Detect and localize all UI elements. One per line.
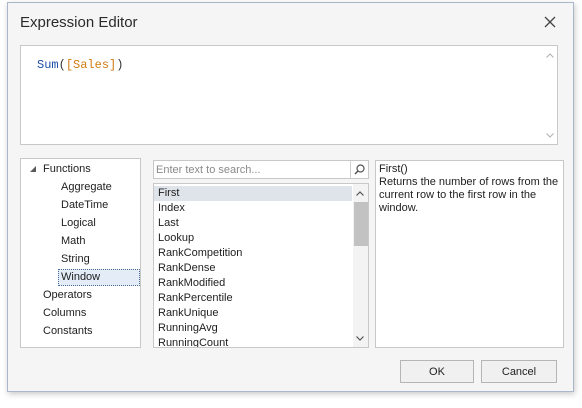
tree-item-string[interactable]: String: [61, 251, 90, 268]
chevron-up-icon: [546, 52, 554, 58]
tree-item-label: Columns: [43, 307, 87, 319]
dialog-title: Expression Editor: [20, 14, 138, 31]
chevron-up-icon: [356, 190, 364, 196]
functions-list: First Index Last Lookup RankCompetition …: [153, 183, 369, 348]
search-input[interactable]: [156, 162, 351, 177]
tree-item-datetime[interactable]: DateTime: [61, 197, 108, 214]
tree-item-operators[interactable]: Operators: [43, 287, 92, 304]
category-tree: Functions Aggregate DateTime Logical Mat…: [20, 158, 141, 348]
list-item-first[interactable]: First: [154, 186, 352, 201]
search-icon: [354, 164, 365, 175]
list-item-lookup[interactable]: Lookup: [154, 231, 352, 246]
editor-scrollbar[interactable]: [543, 46, 557, 144]
search-box: [153, 160, 369, 179]
tree-item-logical[interactable]: Logical: [61, 215, 96, 232]
list-item-rankmodified[interactable]: RankModified: [154, 276, 352, 291]
scroll-down-arrow[interactable]: [543, 128, 557, 142]
close-icon: [544, 16, 556, 28]
tree-item-functions[interactable]: Functions: [29, 161, 91, 178]
list-item-rankunique[interactable]: RankUnique: [154, 306, 352, 321]
description-panel: First() Returns the number of rows from …: [375, 160, 564, 348]
description-text: Returns the number of rows from the curr…: [379, 176, 559, 214]
expression-text: Sum([Sales]): [37, 58, 123, 72]
expression-input[interactable]: Sum([Sales]): [20, 45, 558, 145]
ok-button[interactable]: OK: [400, 360, 474, 383]
chevron-down-icon: [546, 132, 554, 138]
tree-item-label: Math: [61, 235, 86, 247]
list-item-index[interactable]: Index: [154, 201, 352, 216]
tree-item-window[interactable]: Window: [58, 269, 140, 286]
scroll-up-arrow[interactable]: [543, 48, 557, 62]
list-scroll-up-arrow[interactable]: [353, 186, 367, 200]
close-button[interactable]: [539, 11, 561, 33]
tree-item-label: Operators: [43, 289, 92, 301]
expand-triangle-icon: [30, 166, 36, 173]
list-item-last[interactable]: Last: [154, 216, 352, 231]
list-item-rankcompetition[interactable]: RankCompetition: [154, 246, 352, 261]
tree-item-label: DateTime: [61, 199, 109, 211]
list-item-rankdense[interactable]: RankDense: [154, 261, 352, 276]
tree-item-label: Window: [58, 269, 140, 286]
tree-item-label: String: [61, 253, 90, 265]
chevron-down-icon: [356, 335, 364, 341]
cancel-button[interactable]: Cancel: [481, 360, 557, 383]
search-button[interactable]: [350, 161, 368, 178]
tree-item-constants[interactable]: Constants: [43, 323, 93, 340]
tree-item-aggregate[interactable]: Aggregate: [61, 179, 112, 196]
tree-item-label: Aggregate: [61, 181, 112, 193]
tree-item-math[interactable]: Math: [61, 233, 85, 250]
expression-field: [Sales]: [65, 58, 117, 72]
expression-function: Sum: [37, 58, 59, 72]
list-item-runningcount[interactable]: RunningCount: [154, 336, 352, 347]
list-scroll-thumb[interactable]: [354, 202, 368, 246]
expression-editor-dialog: Expression Editor Sum([Sales]) Functions…: [7, 2, 574, 392]
list-item-runningavg[interactable]: RunningAvg: [154, 321, 352, 336]
list-item-rankpercentile[interactable]: RankPercentile: [154, 291, 352, 306]
tree-item-label: Logical: [61, 217, 96, 229]
list-scroll-down-arrow[interactable]: [353, 331, 367, 345]
expression-close-paren: ): [116, 58, 124, 72]
expression-open-paren: (: [58, 58, 66, 72]
tree-item-columns[interactable]: Columns: [43, 305, 86, 322]
list-scrollbar[interactable]: [353, 184, 368, 347]
description-function-name: First(): [379, 163, 408, 175]
tree-item-label: Constants: [43, 325, 93, 337]
tree-item-label: Functions: [43, 163, 91, 175]
